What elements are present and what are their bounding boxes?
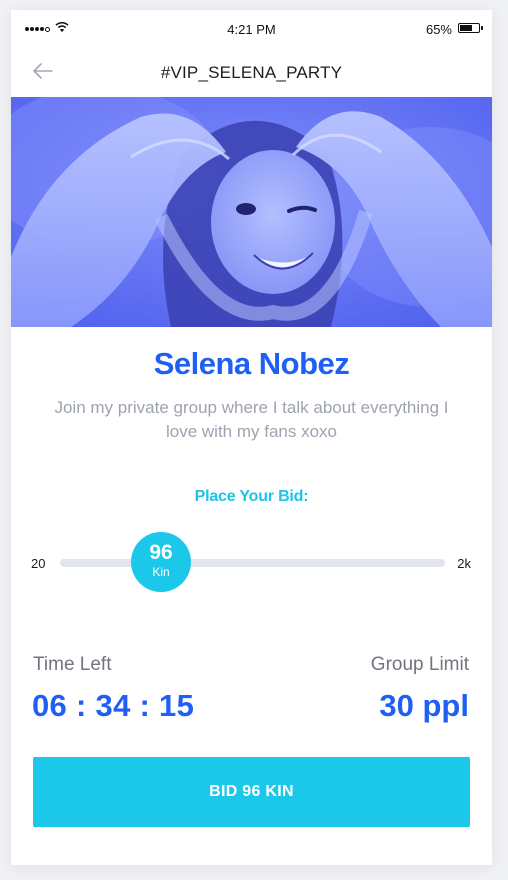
nav-bar: #VIP_SELENA_PARTY xyxy=(11,50,492,97)
bid-slider-thumb[interactable]: 96 Kin xyxy=(131,532,191,592)
bid-heading: Place Your Bid: xyxy=(194,488,309,505)
hero-photo xyxy=(11,97,492,327)
bid-button[interactable]: BID 96 KIN xyxy=(33,757,470,827)
status-bar: 4:21 PM 65% xyxy=(11,10,492,50)
slider-min-label: 20 xyxy=(31,556,46,571)
page-title: #VIP_SELENA_PARTY xyxy=(160,63,343,82)
profile-name: Selena Nobez xyxy=(153,346,350,381)
battery-icon xyxy=(458,23,483,33)
slider-value: 96 xyxy=(149,541,173,564)
status-time: 4:21 PM xyxy=(227,22,276,37)
time-left-label: Time Left xyxy=(33,654,112,675)
group-limit-value: 30 ppl xyxy=(379,688,469,723)
group-limit-label: Group Limit xyxy=(370,654,469,675)
time-left-countdown: 06 : 34 : 15 xyxy=(32,688,195,723)
slider-unit: Kin xyxy=(152,565,170,579)
bid-slider-track[interactable] xyxy=(60,559,445,567)
phone-screen: 4:21 PM 65% #VIP_SELENA_PARTY Selena Nob… xyxy=(11,10,492,865)
battery-percent: 65% xyxy=(425,22,452,37)
slider-max-label: 2k xyxy=(457,556,471,571)
profile-bio: Join my private group where I talk about… xyxy=(54,398,449,441)
